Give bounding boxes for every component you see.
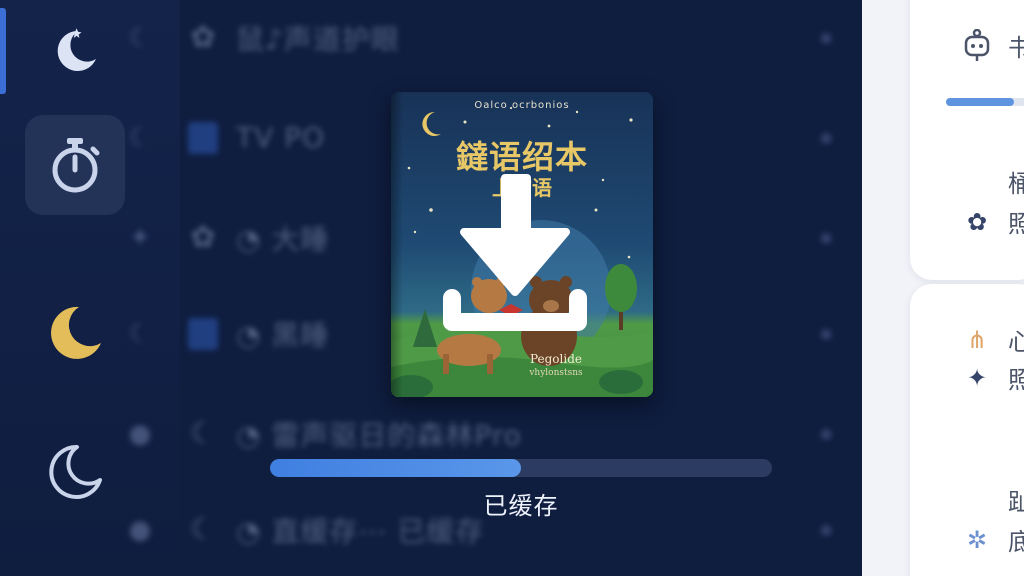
stopwatch-icon xyxy=(52,138,100,193)
side-line[interactable]: ✦ 照 xyxy=(962,360,1024,395)
side-line-text: 趾 xyxy=(1008,488,1024,516)
list-item-mini: ● xyxy=(128,514,152,545)
flower-icon: ✿ xyxy=(966,207,988,236)
moon-icon: ☾ xyxy=(189,416,217,451)
moon-icon: ☾ xyxy=(189,512,217,547)
side-tab-indicator xyxy=(946,98,1024,106)
list-item-mini: ● xyxy=(128,418,152,449)
list-item[interactable]: ☾ ✿ 鼠♪声道护眼 ● xyxy=(110,0,850,86)
moon-star-icon xyxy=(57,28,96,71)
list-item-mini: ☾ xyxy=(128,22,152,53)
dot-icon: ● xyxy=(820,229,833,246)
side-line[interactable]: 桶 市 xyxy=(962,164,1024,199)
side-line-text: 心 xyxy=(1008,328,1024,356)
list-item-mini: ☾ xyxy=(128,318,152,349)
dot-icon: ● xyxy=(820,325,833,342)
side-line-text: 桶 市 xyxy=(1008,170,1024,198)
gear-icon: ✿ xyxy=(190,20,216,55)
download-arrow-icon[interactable] xyxy=(440,172,590,334)
book-footer-sub: vhylonstsns xyxy=(529,368,583,378)
book-kicker: Oalco ocrbonios xyxy=(474,100,570,111)
side-line[interactable]: ✲ 底 xyxy=(962,522,1024,557)
gear-icon: ✿ xyxy=(190,220,216,255)
crescent-moon-filled-icon xyxy=(51,306,101,359)
side-line-text: 照 xyxy=(1008,366,1024,394)
rail-active-indicator xyxy=(0,8,6,94)
side-line-text: 底 xyxy=(1008,528,1024,556)
robot-icon xyxy=(962,28,992,63)
list-item-name: ◔ 雷声驱日的森林Pro xyxy=(236,418,522,452)
side-line[interactable]: ✿ 照 xyxy=(962,204,1024,239)
crescent-moon-outline-icon xyxy=(49,444,102,499)
app-root: ☾ ✿ 鼠♪声道护眼 ● ☾ TV PO ● ✦ ✿ ◔ 大睡 ● ☾ ◔ 黑睡… xyxy=(0,0,1024,576)
dot-icon: ● xyxy=(820,521,833,538)
list-item-mini: ✦ xyxy=(129,222,151,253)
side-header-label: 书 xyxy=(1008,34,1024,62)
list-item-mini: ☾ xyxy=(128,122,152,153)
side-line-text: 照 xyxy=(1008,210,1024,238)
list-item[interactable]: ● ☾ ◔ 直缓存⋯ 已缓存 ● xyxy=(110,482,850,576)
side-panel: 书 桶 市 ✿ 照 ⋔ 心 ✦ 照 趾 ✲ 底 xyxy=(862,0,1024,576)
dot-icon: ● xyxy=(820,425,833,442)
book-footer-title: Pegolide xyxy=(529,352,582,366)
side-header[interactable]: 书 xyxy=(962,28,1024,63)
dot-icon: ● xyxy=(820,29,833,46)
tv-icon xyxy=(170,121,236,154)
app-icon xyxy=(170,317,236,350)
side-line[interactable]: ⋔ 心 xyxy=(962,322,1024,357)
dot-icon: ● xyxy=(820,129,833,146)
download-progress-fill xyxy=(270,459,521,477)
list-item-name: 鼠♪声道护眼 xyxy=(236,22,400,56)
list-item-name: ◔ 直缓存⋯ 已缓存 xyxy=(236,514,485,548)
download-progress-bar xyxy=(270,459,772,477)
star-icon: ✲ xyxy=(966,525,988,554)
fork-icon: ⋔ xyxy=(966,325,988,354)
side-line[interactable]: 趾 xyxy=(962,482,1024,517)
sparkle-icon: ✦ xyxy=(966,363,988,392)
